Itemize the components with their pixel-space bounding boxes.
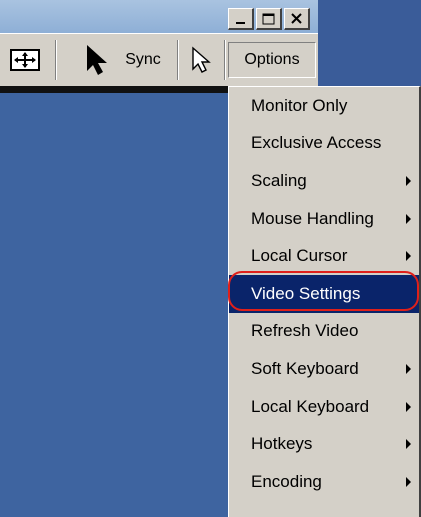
maximize-button[interactable] [256,8,282,30]
menu-item-label: Video Settings [251,283,361,303]
menu-item-local-cursor[interactable]: Local Cursor [229,237,419,275]
menu-item-label: Hotkeys [251,434,313,454]
options-button[interactable]: Options [228,42,316,78]
sync-label: Sync [125,51,161,68]
menu-item-video-settings[interactable]: Video Settings [229,274,419,313]
submenu-arrow-icon [406,251,411,262]
menu-item-label: Refresh Video [251,321,359,341]
submenu-arrow-icon [406,363,411,374]
toolbar: Sync Options [0,33,318,87]
maximize-icon [262,13,275,25]
menu-item-local-keyboard[interactable]: Local Keyboard [229,388,419,426]
menu-item-soft-keyboard[interactable]: Soft Keyboard [229,350,419,388]
menu-item-label: Local Cursor [251,246,348,266]
menu-item-hotkeys[interactable]: Hotkeys [229,425,419,463]
minimize-icon [236,22,245,24]
fit-screen-icon [10,49,40,71]
menu-item-monitor-only[interactable]: Monitor Only [229,87,419,125]
single-cursor-icon [192,46,211,73]
menu-item-label: Monitor Only [251,95,348,115]
window-controls [228,8,312,30]
menu-item-label: Encoding [251,471,322,491]
options-menu: Monitor Only Exclusive Access Scaling Mouse… [228,86,421,517]
menu-item-scaling[interactable]: Scaling [229,162,419,200]
single-cursor-button[interactable] [184,42,220,78]
toolbar-separator [177,40,179,80]
menu-item-encoding[interactable]: Encoding [229,463,419,501]
menu-item-label: Local Keyboard [251,396,370,416]
submenu-arrow-icon [406,439,411,450]
submenu-arrow-icon [406,175,411,186]
menu-item-label: Soft Keyboard [251,358,359,378]
close-icon [291,13,302,24]
menu-item-exclusive-access[interactable]: Exclusive Access [229,125,419,163]
menu-item-label: Scaling [251,170,307,190]
toolbar-separator [224,40,226,80]
menu-item-mouse-handling[interactable]: Mouse Handling [229,200,419,238]
minimize-button[interactable] [228,8,254,30]
desktop-background [318,0,421,86]
title-bar [0,0,318,33]
fit-screen-button[interactable] [8,42,42,78]
submenu-arrow-icon [406,213,411,224]
options-label: Options [244,51,300,68]
close-button[interactable] [284,8,310,30]
submenu-arrow-icon [406,401,411,412]
menu-item-label: Exclusive Access [251,133,382,153]
toolbar-separator [55,40,57,80]
menu-item-refresh-video[interactable]: Refresh Video [229,313,419,351]
cursor-icon [87,45,108,75]
submenu-arrow-icon [406,476,411,487]
menu-item-label: Mouse Handling [251,208,374,228]
sync-button[interactable]: Sync [66,42,176,78]
remote-screen-edge [0,86,230,93]
